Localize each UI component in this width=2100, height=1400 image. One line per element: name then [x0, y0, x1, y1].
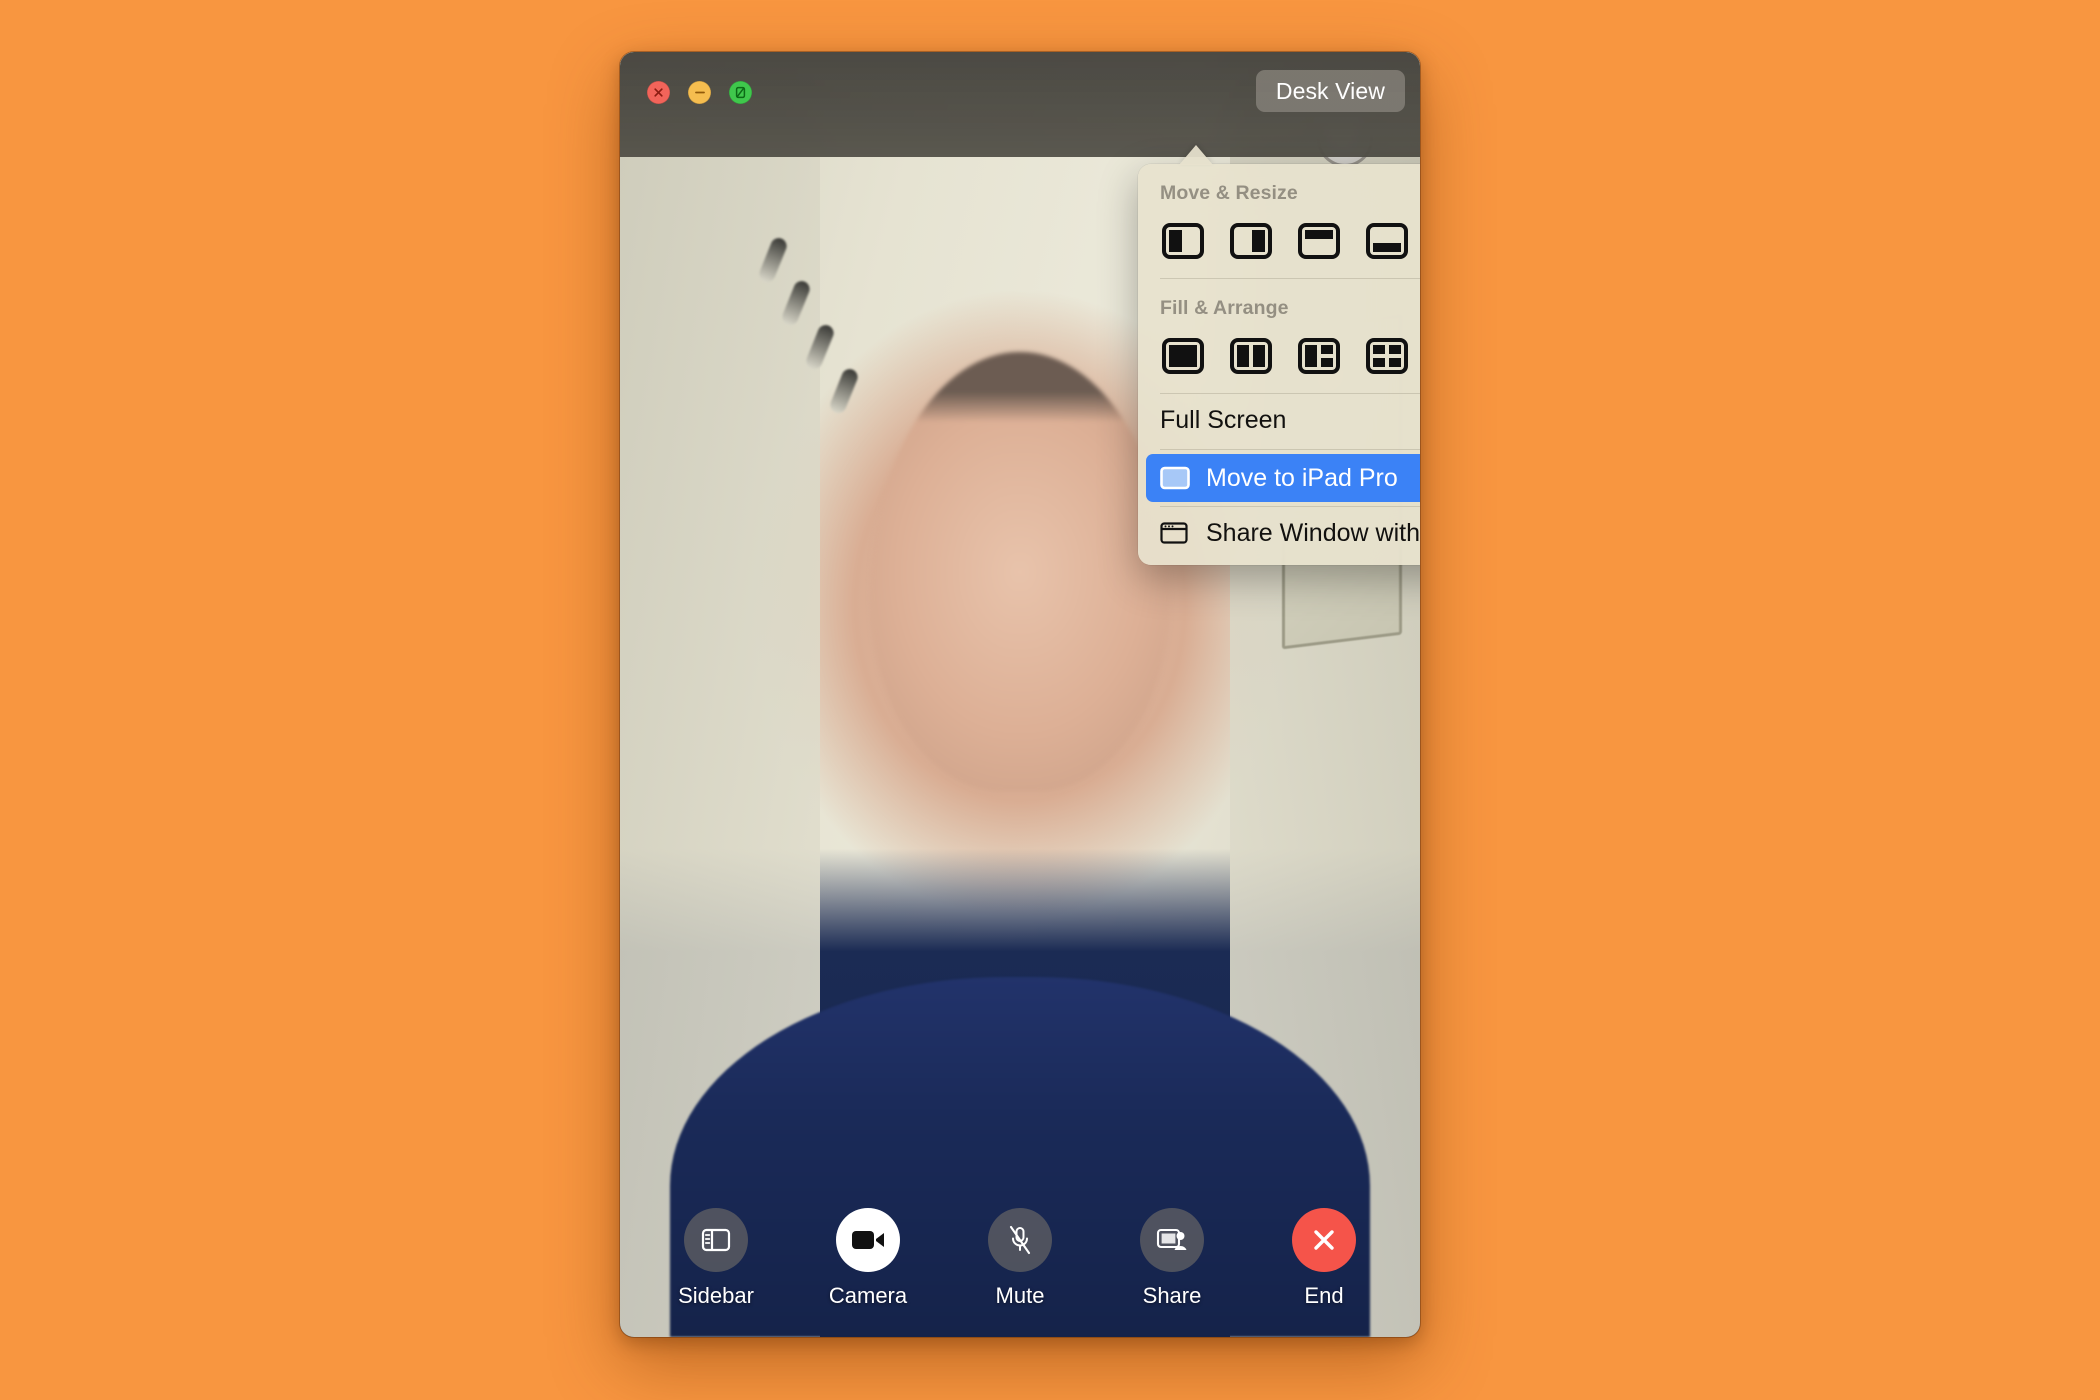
desk-view-label: Desk View: [1275, 77, 1385, 104]
fullscreen-diagonal-icon: [735, 86, 746, 99]
menu-item-share-window[interactable]: Share Window with Vjekoslav Čulo: [1138, 507, 1420, 559]
close-x-icon: [1314, 1230, 1334, 1250]
window-top-half-icon[interactable]: [1298, 223, 1340, 259]
zoom-button[interactable]: [729, 81, 752, 104]
close-button[interactable]: [647, 81, 670, 104]
sidebar-button-circle[interactable]: [684, 1208, 748, 1272]
minus-icon: [694, 91, 705, 94]
share-button-label: Share: [1142, 1283, 1202, 1308]
window-share-icon: [1160, 521, 1192, 545]
ceiling-lamp-icon: [827, 366, 861, 416]
camera-button-label: Camera: [828, 1283, 908, 1308]
mute-button[interactable]: Mute: [959, 1208, 1081, 1309]
window-management-menu[interactable]: Move & Resize Fill & Arrange Full Screen…: [1138, 164, 1420, 565]
traffic-light-buttons: [647, 81, 752, 104]
menu-callout-arrow: [1179, 145, 1213, 165]
window-fill-icon[interactable]: [1162, 338, 1204, 374]
window-two-columns-icon[interactable]: [1230, 338, 1272, 374]
sidebar-button[interactable]: Sidebar: [655, 1208, 777, 1309]
share-button[interactable]: Share: [1111, 1208, 1233, 1309]
menu-item-label: Share Window with Vjekoslav Čulo: [1206, 518, 1420, 547]
mute-button-label: Mute: [995, 1283, 1045, 1308]
menu-item-move-to-ipad-pro[interactable]: Move to iPad Pro: [1146, 454, 1420, 502]
end-call-button-circle[interactable]: [1292, 1208, 1356, 1272]
sidebar-icon: [701, 1228, 731, 1252]
close-icon: [654, 88, 663, 97]
move-resize-tiles: [1138, 209, 1420, 275]
menu-item-label: Full Screen: [1160, 405, 1287, 434]
room-wall-left: [620, 52, 820, 1337]
camera-button[interactable]: Camera: [807, 1208, 929, 1309]
menu-item-full-screen[interactable]: Full Screen: [1138, 394, 1420, 446]
end-call-button-label: End: [1304, 1283, 1344, 1308]
window-quarters-icon[interactable]: [1366, 338, 1408, 374]
menu-divider: [1160, 449, 1420, 450]
fill-arrange-tiles: [1138, 324, 1420, 390]
share-screen-icon: [1156, 1228, 1187, 1250]
window-bottom-half-icon[interactable]: [1366, 223, 1408, 259]
ipad-icon: [1160, 466, 1192, 490]
mute-button-circle[interactable]: [988, 1208, 1052, 1272]
desk-view-button[interactable]: Desk View: [1255, 70, 1405, 112]
video-camera-icon: [852, 1231, 884, 1249]
camera-button-circle[interactable]: [836, 1208, 900, 1272]
window-titlebar: Desk View: [620, 52, 1420, 157]
section-title-move-resize: Move & Resize: [1160, 182, 1298, 204]
end-call-button[interactable]: End: [1263, 1208, 1385, 1309]
window-left-half-icon[interactable]: [1162, 223, 1204, 259]
minimize-button[interactable]: [688, 81, 711, 104]
facetime-window[interactable]: Desk View Move & Resize Fill & Arrange F…: [620, 52, 1420, 1337]
microphone-slash-icon: [1009, 1225, 1031, 1255]
window-left-split-right-icon[interactable]: [1298, 338, 1340, 374]
section-title-fill-arrange: Fill & Arrange: [1160, 297, 1289, 319]
window-right-half-icon[interactable]: [1230, 223, 1272, 259]
share-button-circle[interactable]: [1140, 1208, 1204, 1272]
menu-item-label: Move to iPad Pro: [1206, 463, 1398, 492]
sidebar-button-label: Sidebar: [678, 1283, 754, 1308]
call-control-bar: Sidebar Camera Mute Share End: [620, 1208, 1420, 1309]
